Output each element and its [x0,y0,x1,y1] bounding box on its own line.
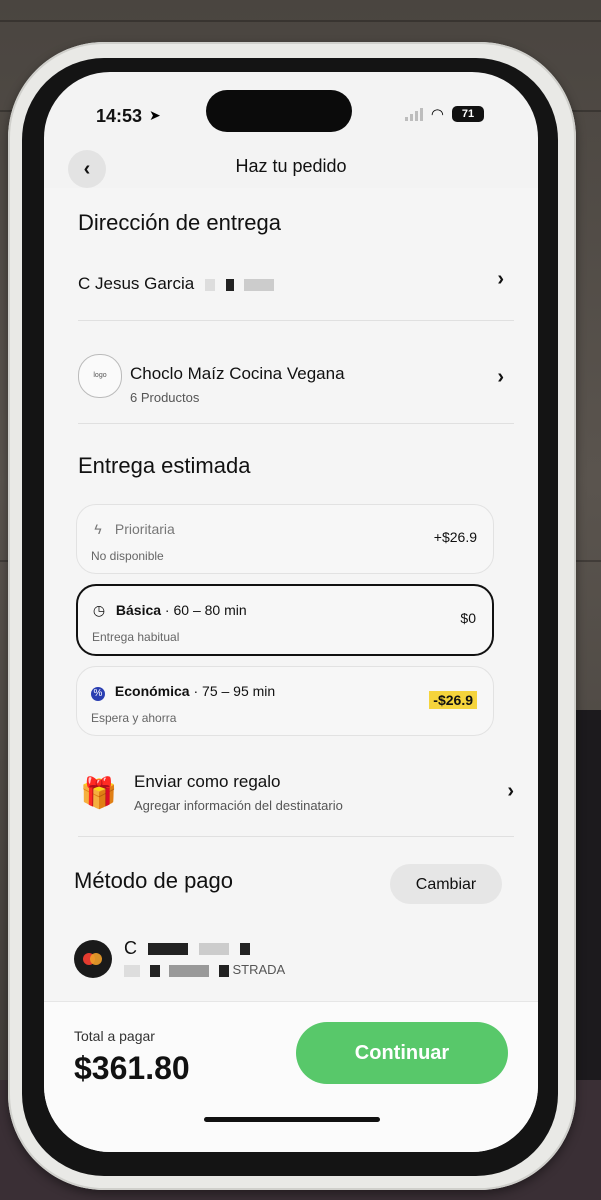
option-subtitle: Entrega habitual [92,630,180,644]
discount-badge-icon: % [91,687,105,701]
card-name: C [124,938,137,958]
redacted-block [169,964,210,977]
redacted-block [240,943,251,956]
lightning-icon: ϟ [94,521,102,537]
option-price: $0 [460,610,476,626]
eta-section-title: Entrega estimada [78,453,251,478]
divider [78,320,514,321]
redacted-block [148,943,189,956]
chevron-right-icon: › [497,366,504,388]
clock-icon: ◷ [92,602,106,618]
option-title: Básica [115,602,162,618]
battery-icon: 71 [452,106,484,122]
gift-subtitle: Agregar información del destinatario [134,798,343,813]
divider [78,423,514,424]
address-text: C Jesus Garcia [78,274,195,293]
gift-icon: 🎁 [80,777,118,810]
option-price: +$26.9 [433,529,477,545]
redacted-block [149,964,160,977]
option-subtitle: No disponible [91,549,164,563]
status-indicators: ◠ 71 [404,105,484,123]
redacted-block [225,278,234,291]
chevron-right-icon: › [497,268,504,290]
status-time: 14:53 [96,106,143,126]
store-products-count: 6 Productos [130,390,200,405]
option-subtitle: Espera y ahorra [91,711,177,725]
option-title: Económica [114,683,190,699]
dynamic-island [206,90,352,132]
store-logo: logo [78,354,122,398]
option-time: · 75 – 95 min [189,683,276,699]
wifi-icon: ◠ [430,106,444,123]
redacted-block [218,964,229,977]
option-time: · 60 – 80 min [161,602,247,618]
gift-title: Enviar como regalo [134,772,281,791]
redacted-block [199,943,230,956]
option-price: -$26.9 [429,691,477,709]
change-payment-button[interactable]: Cambiar [390,864,502,904]
continue-button[interactable]: Continuar [296,1022,508,1084]
total-label: Total a pagar [74,1028,155,1044]
redacted-block [124,964,140,977]
home-indicator [204,1117,380,1122]
payment-section-title: Método de pago [74,868,234,893]
total-amount: $361.80 [74,1050,190,1086]
card-brand-icon [74,940,112,978]
delivery-option-prioritaria[interactable]: ϟ Prioritaria No disponible +$26.9 [76,504,494,574]
order-content: Dirección de entrega C Jesus Garcia › lo… [44,188,538,1072]
divider [78,836,514,837]
redacted-block [204,278,215,291]
location-arrow-icon: ➤ [149,107,161,123]
signal-icon [404,107,423,121]
option-title: Prioritaria [114,521,175,537]
checkout-footer: Total a pagar $361.80 Continuar [44,1001,538,1152]
phone-screen: 14:53 ➤ ◠ 71 ‹ Haz tu pedido Dirección d… [44,72,538,1152]
delivery-option-economica[interactable]: % Económica · 75 – 95 min Espera y ahorr… [76,666,494,736]
card-detail-suffix: STRADA [232,962,286,977]
store-name: Choclo Maíz Cocina Vegana [130,364,345,383]
delivery-section-title: Dirección de entrega [78,210,282,235]
delivery-option-basica[interactable]: ◷ Básica · 60 – 80 min Entrega habitual … [76,584,494,656]
page-title: Haz tu pedido [235,156,347,176]
redacted-block [244,278,275,291]
chevron-right-icon: › [507,780,514,802]
